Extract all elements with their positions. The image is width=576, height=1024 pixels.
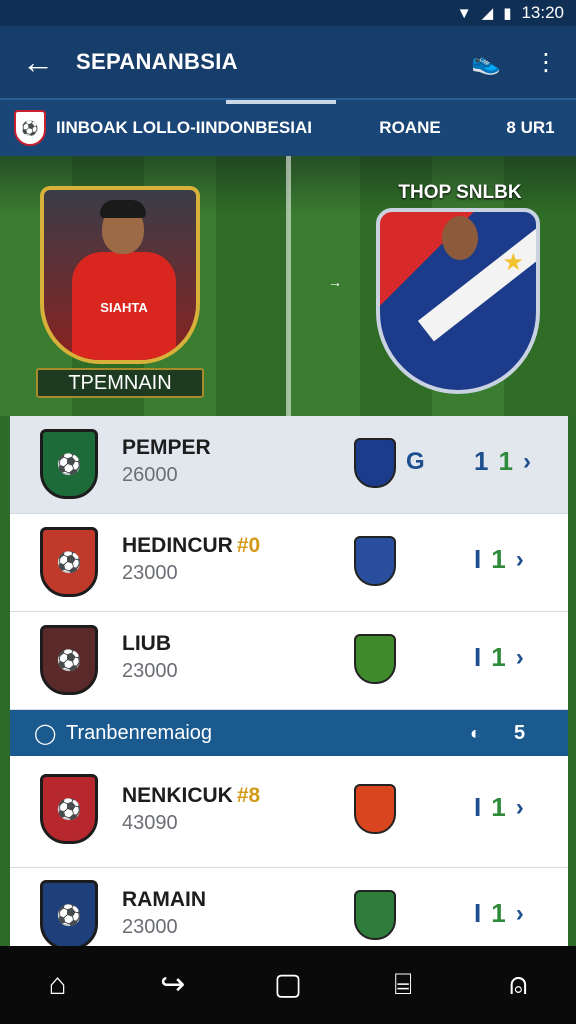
score: I 1 › [474, 898, 524, 929]
device-icon[interactable]: ▢ [248, 970, 328, 1000]
chevron-right-icon[interactable]: › [516, 644, 524, 672]
list-item[interactable]: ⚽ NENKICUK #8 43090 I 1 › [10, 756, 568, 868]
tab-league[interactable]: ⚽ IINBOAK LOLLO-IINDONBESIAI [0, 100, 335, 156]
club-badge-icon: ⚽ [14, 110, 46, 146]
match-value: 23000 [122, 660, 178, 682]
chevron-right-icon[interactable]: › [516, 900, 524, 928]
score-home: I [474, 898, 482, 928]
tab-label: 8 UR1 [506, 118, 555, 137]
section-count: 5 [514, 721, 526, 744]
list-item[interactable]: ⚽ PEMPER 26000 G 1 1 › [10, 416, 568, 514]
list-item[interactable]: ⚽ LIUB 23000 I 1 › [10, 612, 568, 710]
home-icon[interactable]: ⌂ [18, 970, 98, 1000]
arrow-left-icon[interactable]: ← [0, 46, 76, 78]
match-list: ⚽ PEMPER 26000 G 1 1 › ⚽ HEDINCUR #0 2300… [10, 416, 568, 946]
tab-roane[interactable]: ROANE [335, 100, 485, 156]
match-name: NENKICUK #8 [122, 784, 260, 808]
match-name-text: LIUB [122, 632, 171, 655]
indicator-dot-icon: ◐ [470, 722, 481, 743]
pitch-center-line [286, 156, 291, 416]
player-shirt-text: SIAHTA [100, 300, 148, 315]
crest-letter: G [406, 448, 425, 475]
signal-icon: ◢ [481, 5, 494, 22]
chevron-right-icon[interactable]: › [523, 448, 531, 476]
tab-label: ROANE [379, 118, 441, 137]
star-icon: ★ [502, 249, 524, 276]
player-card[interactable]: SIAHTA [40, 186, 200, 364]
section-header[interactable]: ◯ Tranbenremaiog ◐ 5 [10, 710, 568, 756]
match-name-text: RAMAIN [122, 888, 206, 911]
match-tag: #8 [236, 784, 261, 807]
score: 1 1 › [474, 446, 531, 477]
page-title: SEPANANBSIA [76, 49, 238, 74]
status-time: 13:20 [521, 3, 564, 22]
user-icon[interactable]: ⍝ [478, 970, 558, 1000]
map-pin-icon: ◯ [34, 722, 57, 745]
section-label: Tranbenremaiog [66, 721, 213, 744]
club-badge: ⚽ [40, 625, 98, 695]
club-badge: ⚽ [40, 880, 98, 946]
score: I 1 › [474, 792, 524, 823]
chevron-right-icon[interactable]: › [516, 546, 524, 574]
player-name: TPEMNAIN [36, 368, 204, 398]
crest-sash [417, 228, 536, 342]
club-badge: ⚽ [40, 429, 98, 499]
opponent-crest-small [354, 784, 396, 834]
opponent-crest-small [354, 634, 396, 684]
more-vertical-icon[interactable]: ⋮ [516, 48, 576, 77]
tab-indicator [226, 100, 336, 104]
score-away: 1 [491, 642, 506, 672]
opponent-crest-small [354, 890, 396, 940]
tab-strip: ⚽ IINBOAK LOLLO-IINDONBESIAI ROANE 8 UR1 [0, 98, 576, 156]
match-name: HEDINCUR #0 [122, 534, 260, 558]
bottom-nav: ⌂ ↪ ▢ ⌸ ⍝ [0, 946, 576, 1024]
score-home: I [474, 792, 482, 822]
score-home: 1 [474, 446, 489, 476]
match-tag: #0 [236, 534, 261, 557]
chevron-right-icon[interactable]: › [516, 794, 524, 822]
redirect-arrow-icon[interactable]: ↪ [133, 970, 213, 1000]
score: I 1 › [474, 642, 524, 673]
match-value: 23000 [122, 916, 178, 938]
match-name-text: PEMPER [122, 436, 211, 459]
tab-label: IINBOAK LOLLO-IINDONBESIAI [56, 118, 312, 137]
tab-ur1[interactable]: 8 UR1 [485, 100, 576, 156]
score-home: I [474, 642, 482, 672]
match-name-text: HEDINCUR [122, 534, 233, 557]
list-item[interactable]: ⚽ HEDINCUR #0 23000 I 1 › [10, 514, 568, 612]
status-bar: ▼ ◢ ▮ 13:20 [0, 0, 576, 26]
match-hero: SIAHTA TPEMNAIN → THOP SNLBK ★ [0, 156, 576, 416]
score-away: 1 [491, 544, 506, 574]
match-name-text: NENKICUK [122, 784, 233, 807]
match-name: RAMAIN [122, 888, 206, 912]
boot-icon[interactable]: 👟 [456, 48, 516, 77]
opponent-crest-small [354, 438, 396, 488]
score-away: 1 [491, 898, 506, 928]
wifi-icon: ▼ [456, 4, 472, 22]
club-badge: ⚽ [40, 527, 98, 597]
match-value: 43090 [122, 812, 178, 834]
match-value: 26000 [122, 464, 178, 486]
score: I 1 › [474, 544, 524, 575]
match-value: 23000 [122, 562, 178, 584]
book-open-icon[interactable]: ⌸ [363, 970, 443, 1000]
app-bar: ← SEPANANBSIA 👟 ⋮ [0, 26, 576, 98]
score-away: 1 [498, 446, 513, 476]
arrow-right-icon: → [328, 274, 342, 290]
crest-player-head [442, 216, 478, 260]
opponent-crest[interactable]: ★ [376, 208, 540, 394]
match-name: PEMPER [122, 436, 211, 460]
opponent-crest-small [354, 536, 396, 586]
match-name: LIUB [122, 632, 171, 656]
player-hair [100, 200, 146, 218]
club-badge: ⚽ [40, 774, 98, 844]
list-item[interactable]: ⚽ RAMAIN 23000 I 1 › [10, 868, 568, 946]
battery-icon: ▮ [503, 5, 512, 22]
score-away: 1 [491, 792, 506, 822]
score-home: I [474, 544, 482, 574]
opponent-title: THOP SNLBK [398, 182, 522, 203]
